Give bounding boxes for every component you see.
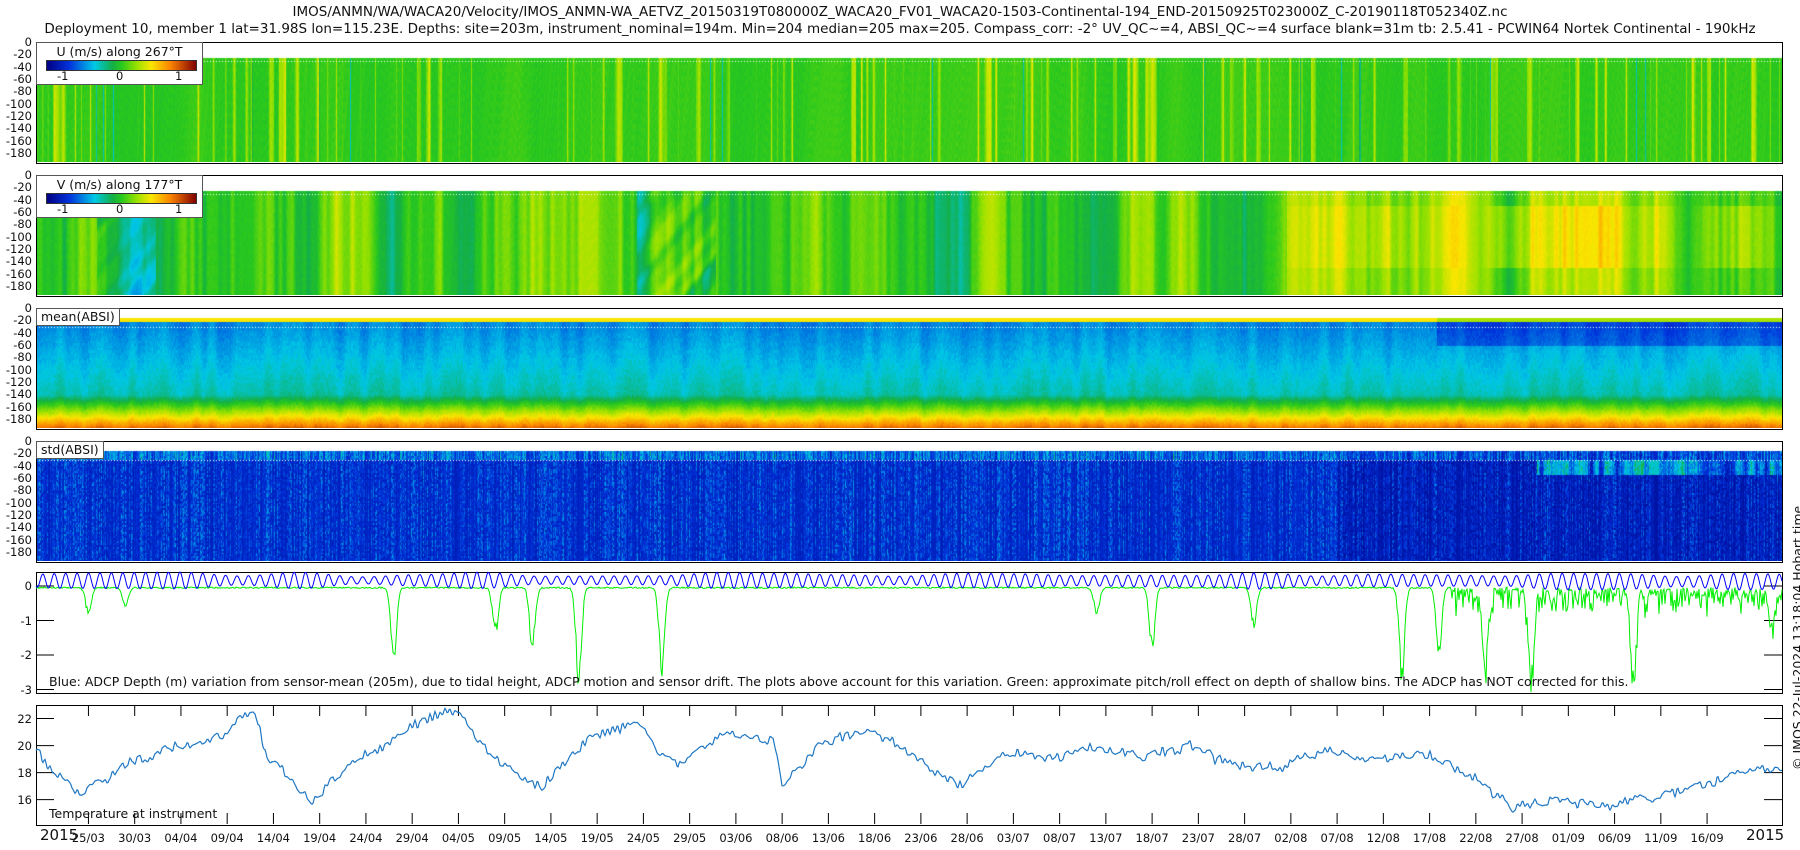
- depth-tick-label: -20: [13, 180, 32, 195]
- depth-tick-label: -100: [5, 495, 32, 510]
- year-label-left: 2015: [40, 826, 79, 844]
- depth-tick-label: -40: [13, 325, 32, 340]
- depth-tick-label: -80: [13, 483, 32, 498]
- date-tick-label: 14/05: [534, 831, 568, 845]
- depth-tick-label: -60: [13, 338, 32, 353]
- depth-tick-label: -120: [5, 242, 32, 257]
- date-tick-label: 28/07: [1228, 831, 1262, 845]
- depth-variation-tick-label: -2: [20, 648, 32, 662]
- date-tick-label: 07/08: [1320, 831, 1354, 845]
- depth-tick-label: -100: [5, 229, 32, 244]
- depth-tick-label: -40: [13, 458, 32, 473]
- date-tick-label: 23/07: [1181, 831, 1215, 845]
- temperature-tick-label: 18: [17, 765, 32, 780]
- depth-tick-label: 0: [24, 168, 32, 182]
- date-tick-label: 01/09: [1551, 831, 1585, 845]
- depth-tick-label: -120: [5, 375, 32, 390]
- depth-tick-label: -20: [13, 47, 32, 62]
- date-tick-label: 12/08: [1366, 831, 1400, 845]
- depth-tick-label: -80: [13, 217, 32, 232]
- date-tick-label: 13/07: [1089, 831, 1123, 845]
- date-tick-label: 19/04: [303, 831, 337, 845]
- depth-tick-label: 0: [24, 35, 32, 49]
- depth-variation-tick-label: 0: [24, 579, 32, 593]
- year-label-right: 2015: [1746, 826, 1785, 844]
- date-tick-label: 04/04: [164, 831, 198, 845]
- depth-tick-label: -20: [13, 446, 32, 461]
- depth-tick-label: -120: [5, 109, 32, 124]
- depth-tick-label: -180: [5, 545, 32, 560]
- temperature-label: Temperature at instrument: [49, 806, 218, 821]
- depth-variation-tick-label: -3: [20, 682, 32, 697]
- depth-tick-label: -140: [5, 121, 32, 136]
- date-tick-label: 28/06: [950, 831, 984, 845]
- date-tick-label: 24/05: [626, 831, 660, 845]
- depth-variation-tick-label: -1: [20, 613, 32, 628]
- date-tick-label: 09/04: [210, 831, 244, 845]
- depth-tick-label: -40: [13, 59, 32, 74]
- temperature-tick-label: 20: [17, 738, 32, 753]
- depth-tick-label: -80: [13, 350, 32, 365]
- depth-tick-label: -20: [13, 313, 32, 328]
- depth-panel-note: Blue: ADCP Depth (m) variation from sens…: [49, 674, 1629, 689]
- date-tick-label: 14/04: [256, 831, 290, 845]
- depth-tick-label: -100: [5, 362, 32, 377]
- date-tick-label: 04/05: [441, 831, 475, 845]
- date-tick-label: 19/05: [580, 831, 614, 845]
- date-tick-label: 11/09: [1644, 831, 1678, 845]
- date-tick-label: 18/06: [858, 831, 892, 845]
- date-tick-label: 18/07: [1135, 831, 1169, 845]
- date-tick-label: 23/06: [904, 831, 938, 845]
- date-tick-label: 27/08: [1505, 831, 1539, 845]
- date-tick-label: 30/03: [118, 831, 152, 845]
- depth-tick-label: 0: [24, 434, 32, 448]
- date-tick-label: 16/09: [1690, 831, 1724, 845]
- depth-tick-label: -100: [5, 96, 32, 111]
- date-tick-label: 08/06: [765, 831, 799, 845]
- temperature-line: [35, 707, 1783, 813]
- temperature-tick-label: 22: [17, 711, 32, 726]
- depth-tick-label: -140: [5, 520, 32, 535]
- date-tick-label: 22/08: [1459, 831, 1493, 845]
- depth-tick-label: -120: [5, 508, 32, 523]
- depth-tick-label: -180: [5, 146, 32, 161]
- date-tick-label: 03/06: [719, 831, 753, 845]
- date-tick-label: 13/06: [811, 831, 845, 845]
- date-tick-label: 09/05: [488, 831, 522, 845]
- temperature-tick-label: 16: [17, 792, 32, 807]
- depth-tick-label: -160: [5, 532, 32, 547]
- depth-tick-label: 0: [24, 301, 32, 315]
- depth-tick-label: -160: [5, 399, 32, 414]
- depth-tick-label: -180: [5, 412, 32, 427]
- date-tick-label: 02/08: [1274, 831, 1308, 845]
- date-tick-label: 24/04: [349, 831, 383, 845]
- date-tick-label: 17/08: [1413, 831, 1447, 845]
- date-tick-label: 03/07: [996, 831, 1030, 845]
- timestamp-credit: © IMOS 22-Jul-2024 13:18:04 Hobart time: [1790, 505, 1800, 770]
- date-tick-label: 08/07: [1043, 831, 1077, 845]
- date-tick-label: 29/04: [395, 831, 429, 845]
- depth-tick-label: -180: [5, 279, 32, 294]
- line-plots: [35, 571, 1783, 824]
- depth-tick-label: -140: [5, 254, 32, 269]
- depth-tick-label: -60: [13, 72, 32, 87]
- depth-tick-label: -60: [13, 205, 32, 220]
- depth-tick-label: -80: [13, 84, 32, 99]
- depth-tick-label: -160: [5, 266, 32, 281]
- depth-tick-label: -60: [13, 471, 32, 486]
- date-tick-label: 29/05: [673, 831, 707, 845]
- depth-tick-label: -40: [13, 192, 32, 207]
- date-tick-label: 06/09: [1598, 831, 1632, 845]
- depth-tick-label: -140: [5, 387, 32, 402]
- depth-tick-label: -160: [5, 133, 32, 148]
